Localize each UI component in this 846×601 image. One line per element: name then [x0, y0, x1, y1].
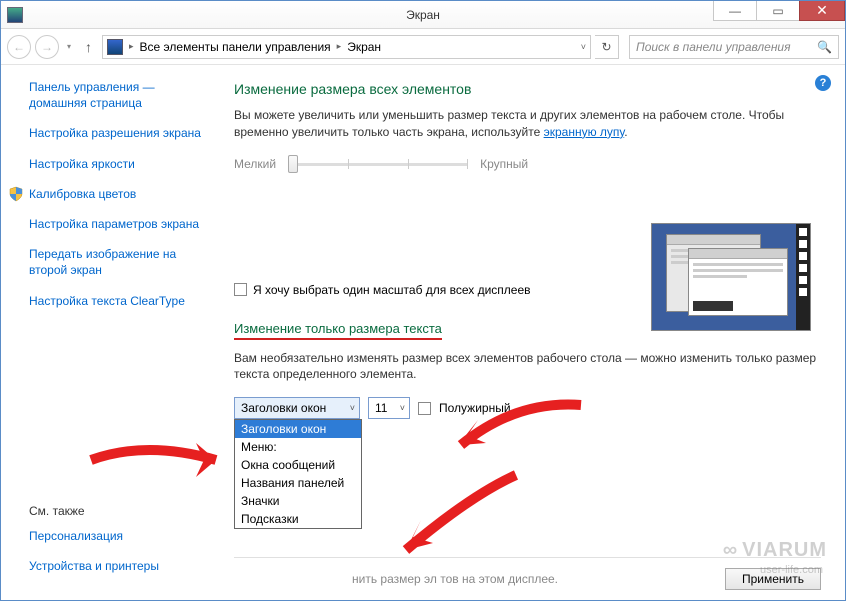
bold-label: Полужирный	[439, 401, 511, 415]
breadcrumb-sep-icon: ▸	[337, 41, 342, 52]
dropdown-option[interactable]: Значки	[235, 492, 361, 510]
content-area: ? Панель управления — домашняя страница …	[1, 65, 845, 600]
titlebar: Экран — ▭ ✕	[1, 1, 845, 29]
sidebar: Панель управления — домашняя страница На…	[1, 65, 216, 600]
sidebar-item-resolution[interactable]: Настройка разрешения экрана	[29, 125, 206, 141]
sidebar-item-cleartype[interactable]: Настройка текста ClearType	[29, 293, 206, 309]
element-type-combo[interactable]: Заголовки окон ˅ Заголовки окон Меню: Ок…	[234, 397, 360, 419]
slider-min-label: Мелкий	[234, 157, 276, 171]
watermark-secondary: user-life.com	[760, 564, 823, 576]
see-also-devices[interactable]: Устройства и принтеры	[29, 558, 206, 574]
see-also-personalization[interactable]: Персонализация	[29, 528, 206, 544]
text-size-description: Вам необязательно изменять размер всех э…	[234, 350, 821, 384]
magnifier-link[interactable]: экранную лупу	[544, 125, 625, 139]
display-preview	[651, 223, 811, 331]
intro-text: Вы можете увеличить или уменьшить размер…	[234, 107, 821, 141]
history-dropdown[interactable]: ▾	[67, 42, 71, 51]
footer-status-text: нить размер эл тов на этом дисплее.	[352, 572, 558, 586]
chevron-down-icon: ˅	[350, 403, 355, 413]
refresh-button[interactable]: ↻	[595, 35, 619, 59]
sidebar-item-project[interactable]: Передать изображение на второй экран	[29, 246, 206, 278]
font-size-combo[interactable]: 11 ˅	[368, 397, 410, 419]
maximize-button[interactable]: ▭	[756, 1, 800, 21]
dropdown-option[interactable]: Подсказки	[235, 510, 361, 528]
forward-button[interactable]: →	[35, 35, 59, 59]
bold-checkbox[interactable]	[418, 402, 431, 415]
sidebar-item-brightness[interactable]: Настройка яркости	[29, 156, 206, 172]
navbar: ← → ▾ ↑ ▸ Все элементы панели управления…	[1, 29, 845, 65]
up-button[interactable]: ↑	[85, 39, 92, 55]
watermark: ∞ VIARUM	[723, 539, 827, 562]
search-icon[interactable]: 🔍	[817, 40, 832, 54]
slider-thumb[interactable]	[288, 155, 298, 173]
element-type-dropdown: Заголовки окон Меню: Окна сообщений Назв…	[234, 419, 362, 529]
text-size-controls: Заголовки окон ˅ Заголовки окон Меню: Ок…	[234, 397, 821, 419]
dropdown-option[interactable]: Названия панелей	[235, 474, 361, 492]
back-button[interactable]: ←	[7, 35, 31, 59]
checkbox-label: Я хочу выбрать один масштаб для всех дис…	[253, 283, 531, 297]
sidebar-item-calibration[interactable]: Калибровка цветов	[29, 186, 206, 202]
shield-icon	[8, 186, 24, 202]
intro-text-part: Вы можете увеличить или уменьшить размер…	[234, 108, 784, 139]
intro-text-part: .	[624, 125, 627, 139]
scale-slider[interactable]	[288, 155, 468, 173]
app-icon	[7, 7, 23, 23]
single-scale-checkbox[interactable]	[234, 283, 247, 296]
main-panel: Изменение размера всех элементов Вы може…	[216, 65, 845, 600]
see-also-header: См. также	[29, 504, 206, 518]
location-icon	[107, 39, 123, 55]
slider-max-label: Крупный	[480, 157, 528, 171]
preview-window-icon	[688, 248, 788, 316]
chevron-down-icon: ˅	[400, 403, 405, 413]
infinity-icon: ∞	[723, 539, 738, 562]
address-bar[interactable]: ▸ Все элементы панели управления ▸ Экран…	[102, 35, 591, 59]
window-controls: — ▭ ✕	[714, 1, 845, 21]
dropdown-option[interactable]: Меню:	[235, 438, 361, 456]
dropdown-option[interactable]: Окна сообщений	[235, 456, 361, 474]
breadcrumb-sep-icon: ▸	[129, 41, 134, 52]
breadcrumb-item[interactable]: Все элементы панели управления	[140, 40, 331, 54]
minimize-button[interactable]: —	[713, 1, 757, 21]
combo-value: Заголовки окон	[241, 401, 326, 415]
annotation-arrow-icon	[381, 465, 521, 565]
breadcrumb-item[interactable]: Экран	[347, 40, 381, 54]
dropdown-option[interactable]: Заголовки окон	[235, 420, 361, 438]
sidebar-home-link[interactable]: Панель управления — домашняя страница	[29, 79, 206, 111]
film-strip-icon	[796, 224, 810, 330]
see-also-section: См. также Персонализация Устройства и пр…	[29, 494, 206, 588]
combo-value: 11	[375, 401, 387, 415]
search-placeholder: Поиск в панели управления	[636, 40, 791, 54]
sidebar-item-label: Калибровка цветов	[29, 187, 136, 201]
address-dropdown-icon[interactable]: ˅	[581, 42, 586, 52]
heading-text-size: Изменение только размера текста	[234, 321, 442, 340]
heading-resize-all: Изменение размера всех элементов	[234, 81, 821, 97]
watermark-text: VIARUM	[742, 539, 827, 562]
search-input[interactable]: Поиск в панели управления 🔍	[629, 35, 839, 59]
close-button[interactable]: ✕	[799, 1, 845, 21]
sidebar-item-params[interactable]: Настройка параметров экрана	[29, 216, 206, 232]
scale-slider-row: Мелкий Крупный	[234, 155, 821, 173]
